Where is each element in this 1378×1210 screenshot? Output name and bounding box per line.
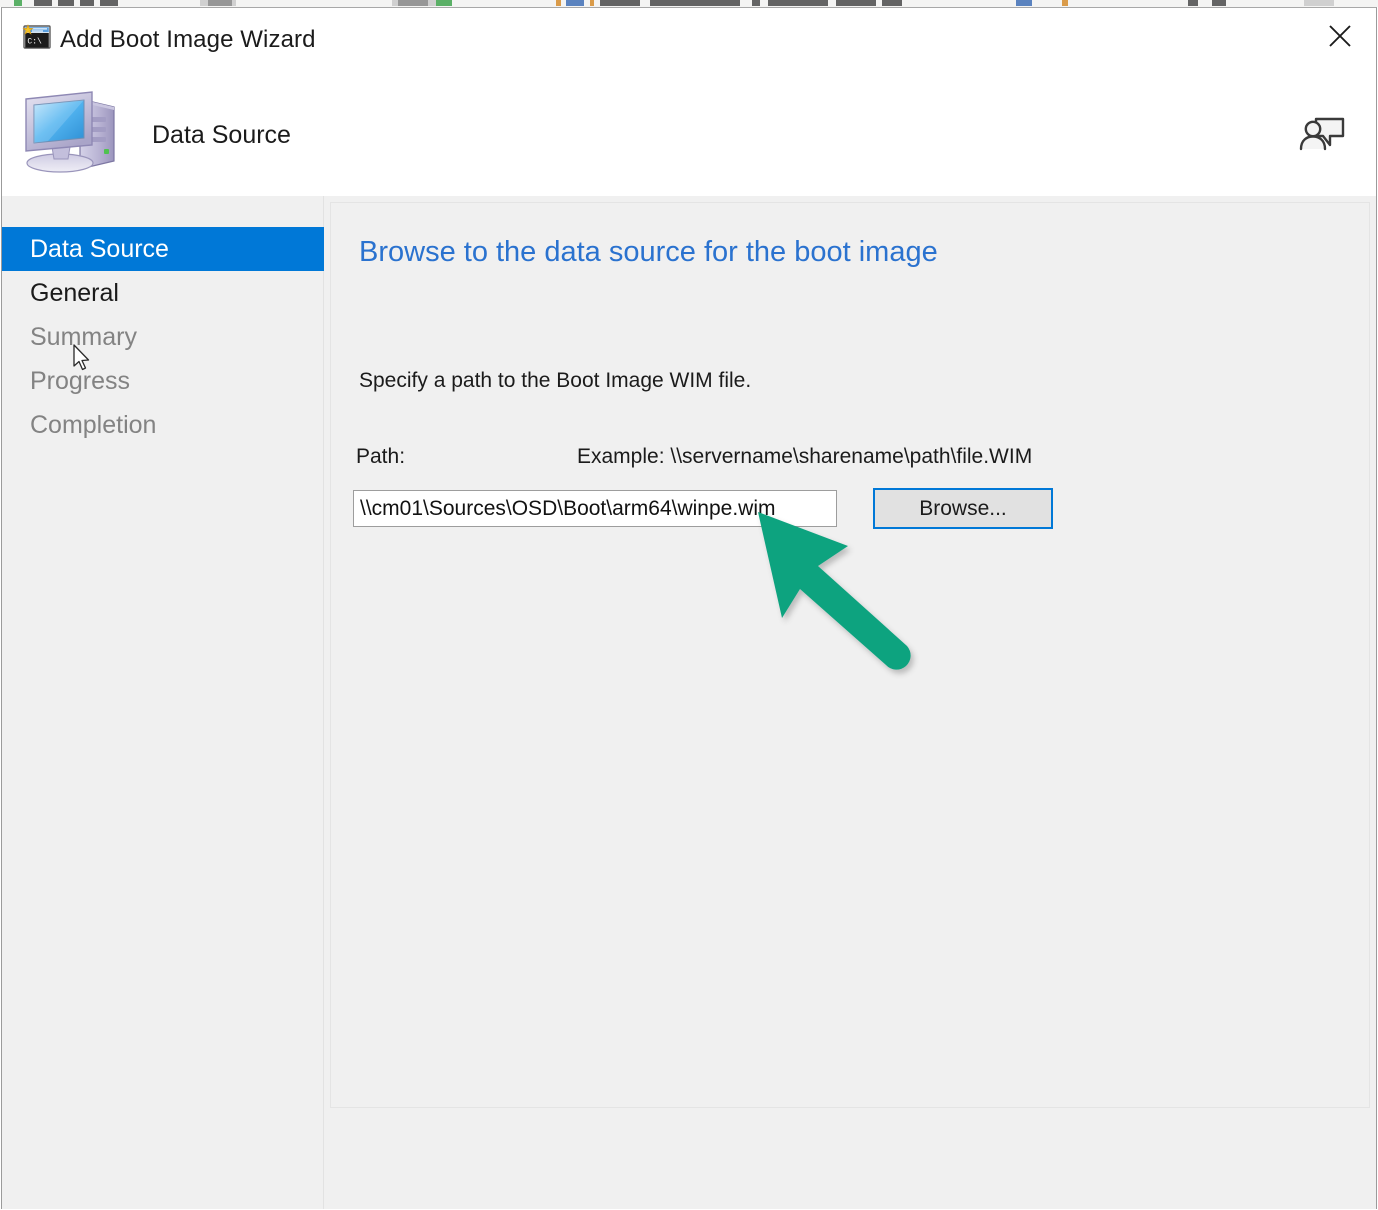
sidebar-item-label: Summary xyxy=(30,322,137,351)
sidebar-item-general[interactable]: General xyxy=(2,271,324,315)
content-instruction: Specify a path to the Boot Image WIM fil… xyxy=(359,369,752,392)
title-bar: C:\ Add Boot Image Wizard xyxy=(2,8,1376,65)
add-boot-image-wizard-dialog: C:\ Add Boot Image Wizard Data Source Da… xyxy=(1,7,1377,1209)
sidebar-item-label: Completion xyxy=(30,410,157,439)
path-label: Path: xyxy=(356,445,406,468)
close-button[interactable] xyxy=(1312,14,1368,58)
sidebar-item-data-source[interactable]: Data Source xyxy=(2,227,324,271)
browse-button[interactable]: Browse... xyxy=(873,488,1053,529)
sidebar-item-label: Progress xyxy=(30,366,131,395)
svg-text:C:\: C:\ xyxy=(27,38,42,47)
sidebar-item-completion[interactable]: Completion xyxy=(2,403,324,447)
computer-icon xyxy=(18,83,126,177)
content-panel: Browse to the data source for the boot i… xyxy=(330,202,1370,1108)
close-icon xyxy=(1329,25,1351,47)
background-window-strip xyxy=(0,0,1378,7)
configmgr-console-icon: C:\ xyxy=(22,24,52,50)
send-feedback-icon[interactable] xyxy=(1298,107,1348,155)
page-title: Data Source xyxy=(152,121,291,149)
sidebar-item-progress[interactable]: Progress xyxy=(2,359,324,403)
wizard-header: Data Source xyxy=(2,65,1376,196)
sidebar-item-summary[interactable]: Summary xyxy=(2,315,324,359)
wizard-step-sidebar: Data Source General Summary Progress Com… xyxy=(2,196,324,1209)
screen: C:\ Add Boot Image Wizard Data Source Da… xyxy=(0,0,1378,1210)
window-title: Add Boot Image Wizard xyxy=(60,26,316,53)
path-example-text: Example: \\servername\sharename\path\fil… xyxy=(577,445,1033,468)
sidebar-item-label: Data Source xyxy=(30,234,169,263)
dialog-body: Data Source General Summary Progress Com… xyxy=(2,196,1376,1209)
content-heading: Browse to the data source for the boot i… xyxy=(359,236,938,268)
sidebar-item-label: General xyxy=(30,278,119,307)
wizard-step-list: Data Source General Summary Progress Com… xyxy=(2,227,324,447)
path-input[interactable] xyxy=(353,490,837,527)
